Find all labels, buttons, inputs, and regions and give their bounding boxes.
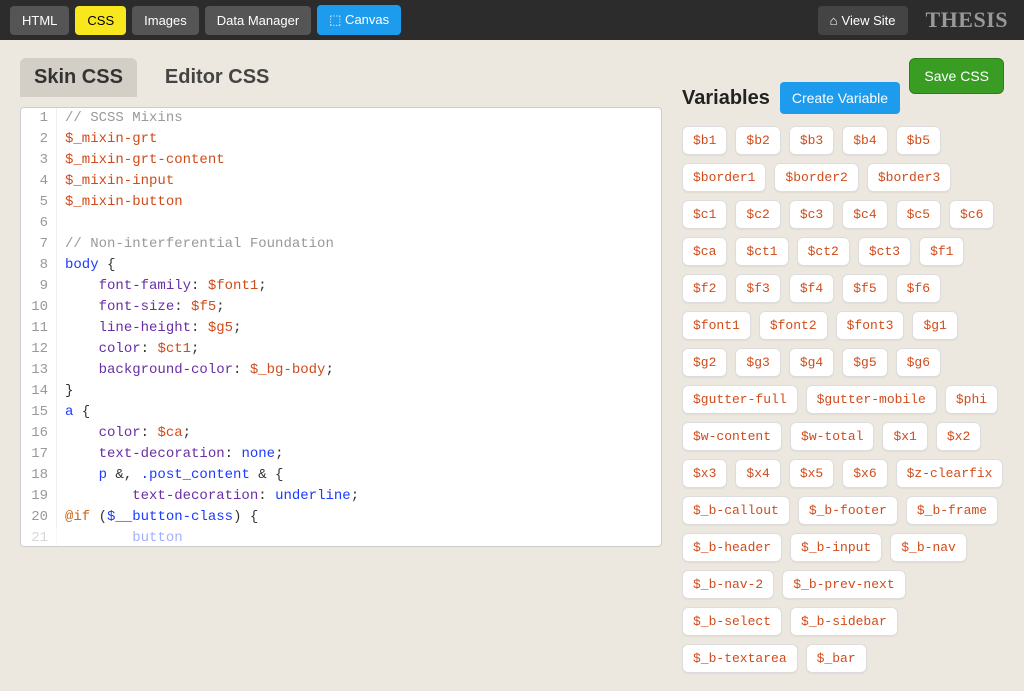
view-site-label: View Site [842,13,896,28]
variable-pill[interactable]: $c3 [789,200,834,229]
nav-data-manager[interactable]: Data Manager [205,6,311,35]
nav-images[interactable]: Images [132,6,199,35]
variable-pill[interactable]: $f5 [842,274,887,303]
create-variable-button[interactable]: Create Variable [780,82,900,114]
css-tabs: Skin CSS Editor CSS [20,58,662,97]
variable-pill[interactable]: $border3 [867,163,951,192]
variable-pill[interactable]: $ca [682,237,727,266]
variables-panel: Variables Create Variable $b1$b2$b3$b4$b… [682,58,1004,673]
variable-pill[interactable]: $f2 [682,274,727,303]
line-number: 21 [21,528,57,547]
variables-title: Variables [682,87,770,110]
variable-pill[interactable]: $font2 [759,311,828,340]
logo: THESIS [926,7,1009,33]
variable-pills: $b1 $b2 $b3 $b4 $b5 $border1 $border2 $border3 $… [682,126,1004,673]
variable-pill[interactable]: $_b-select [682,607,782,636]
line-number: 8 [21,255,57,276]
line-number: 4 [21,171,57,192]
variable-pill[interactable]: $x6 [842,459,887,488]
variable-pill[interactable]: $b1 [682,126,727,155]
variable-pill[interactable]: $ct3 [858,237,911,266]
line-number: 1 [21,108,57,129]
variable-pill[interactable]: $b3 [789,126,834,155]
line-number: 17 [21,444,57,465]
variable-pill[interactable]: $x4 [735,459,780,488]
variable-pill[interactable]: $border2 [774,163,858,192]
variable-pill[interactable]: $g3 [735,348,780,377]
line-number: 5 [21,192,57,213]
variable-pill[interactable]: $_b-input [790,533,882,562]
variable-pill[interactable]: $w-content [682,422,782,451]
line-number: 2 [21,129,57,150]
line-number: 11 [21,318,57,339]
nav-html[interactable]: HTML [10,6,69,35]
code-editor[interactable]: 1// SCSS Mixins 2$_mixin-grt 3$_mixin-gr… [20,107,662,547]
tab-skin-css[interactable]: Skin CSS [20,58,137,97]
save-css-button[interactable]: Save CSS [909,58,1004,94]
variable-pill[interactable]: $ct1 [735,237,788,266]
variable-pill[interactable]: $_b-sidebar [790,607,898,636]
line-number: 20 [21,507,57,528]
variable-pill[interactable]: $x2 [936,422,981,451]
main: Skin CSS Editor CSS 1// SCSS Mixins 2$_m… [0,40,1024,691]
variable-pill[interactable]: $_bar [806,644,867,673]
line-number: 3 [21,150,57,171]
variable-pill[interactable]: $f3 [735,274,780,303]
line-number: 14 [21,381,57,402]
variable-pill[interactable]: $g6 [896,348,941,377]
view-site-button[interactable]: ⌂ View Site [818,6,908,35]
line-number: 6 [21,213,57,234]
line-number: 18 [21,465,57,486]
variable-pill[interactable]: $_b-header [682,533,782,562]
line-number: 9 [21,276,57,297]
tab-editor-css[interactable]: Editor CSS [151,58,283,97]
variable-pill[interactable]: $f4 [789,274,834,303]
line-number: 13 [21,360,57,381]
variable-pill[interactable]: $g4 [789,348,834,377]
nav-canvas[interactable]: ⬚ Canvas [317,5,401,35]
variable-pill[interactable]: $b4 [842,126,887,155]
line-number: 15 [21,402,57,423]
variable-pill[interactable]: $z-clearfix [896,459,1004,488]
nav-css[interactable]: CSS [75,6,126,35]
variable-pill[interactable]: $b2 [735,126,780,155]
line-number: 12 [21,339,57,360]
variable-pill[interactable]: $c6 [949,200,994,229]
variable-pill[interactable]: $font1 [682,311,751,340]
variable-pill[interactable]: $w-total [790,422,874,451]
variable-pill[interactable]: $x3 [682,459,727,488]
line-number: 7 [21,234,57,255]
variable-pill[interactable]: $phi [945,385,998,414]
variable-pill[interactable]: $ct2 [797,237,850,266]
variable-pill[interactable]: $f6 [896,274,941,303]
top-nav: HTML CSS Images Data Manager ⬚ Canvas ⌂ V… [0,0,1024,40]
left-panel: Skin CSS Editor CSS 1// SCSS Mixins 2$_m… [20,58,662,673]
variable-pill[interactable]: $x5 [789,459,834,488]
variable-pill[interactable]: $c5 [896,200,941,229]
variable-pill[interactable]: $border1 [682,163,766,192]
variable-pill[interactable]: $g5 [842,348,887,377]
variable-pill[interactable]: $c4 [842,200,887,229]
variable-pill[interactable]: $c2 [735,200,780,229]
variable-pill[interactable]: $g1 [912,311,957,340]
variable-pill[interactable]: $g2 [682,348,727,377]
variable-pill[interactable]: $_b-textarea [682,644,798,673]
variable-pill[interactable]: $gutter-full [682,385,798,414]
variable-pill[interactable]: $b5 [896,126,941,155]
variable-pill[interactable]: $c1 [682,200,727,229]
variable-pill[interactable]: $x1 [882,422,927,451]
line-number: 16 [21,423,57,444]
line-number: 10 [21,297,57,318]
variable-pill[interactable]: $_b-nav [890,533,967,562]
variable-pill[interactable]: $font3 [836,311,905,340]
variable-pill[interactable]: $_b-prev-next [782,570,905,599]
variable-pill[interactable]: $_b-nav-2 [682,570,774,599]
variable-pill[interactable]: $f1 [919,237,964,266]
variable-pill[interactable]: $_b-footer [798,496,898,525]
variable-pill[interactable]: $gutter-mobile [806,385,937,414]
variable-pill[interactable]: $_b-callout [682,496,790,525]
home-icon: ⌂ [830,13,838,28]
line-number: 19 [21,486,57,507]
variable-pill[interactable]: $_b-frame [906,496,998,525]
